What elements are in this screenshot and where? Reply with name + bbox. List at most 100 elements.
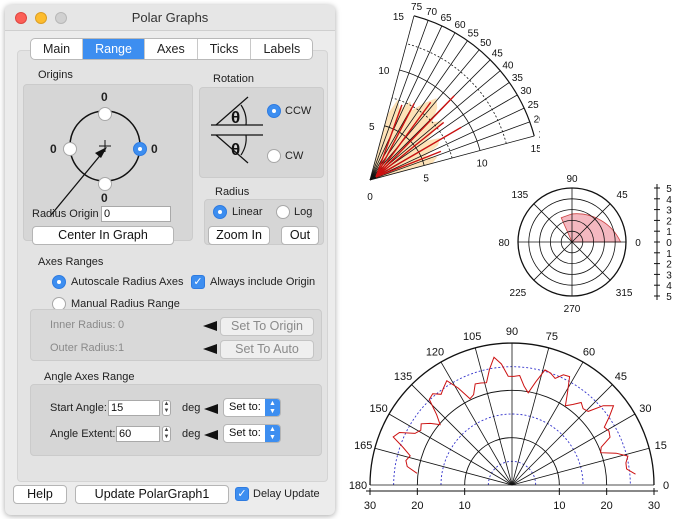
spoke [440, 361, 513, 486]
radius-tick-label: 30 [364, 500, 376, 512]
origin-right-radio[interactable] [133, 142, 147, 156]
set-to-origin-button[interactable]: Set To Origin [220, 317, 314, 336]
zoom-out-button[interactable]: Out [281, 226, 319, 245]
start-angle-field[interactable]: 15 [108, 400, 160, 416]
radius-tick-label: 4 [666, 281, 672, 292]
start-angle-stepper[interactable]: ▲ ▼ [162, 400, 171, 416]
spoke [374, 447, 513, 486]
angle-tick-label: 135 [394, 371, 412, 383]
angle-tick-label: 75 [546, 331, 558, 343]
angle-tick-label: 60 [583, 347, 595, 359]
theta-ccw-label: θ [231, 108, 240, 127]
origin-bottom-label: 0 [101, 191, 108, 205]
start-angle-deg: deg [182, 402, 201, 414]
angle-tick-label: 20 [534, 114, 540, 125]
radius-tick-label: 20 [411, 500, 423, 512]
always-include-origin-checkbox[interactable]: ✓ [191, 275, 205, 289]
linear-radio[interactable] [213, 205, 227, 219]
spoke [533, 241, 573, 281]
angle-tick-label: 80 [498, 238, 510, 249]
tab-range[interactable]: Range [83, 39, 145, 59]
spoke [511, 361, 584, 486]
origin-bottom-radio[interactable] [98, 177, 112, 191]
angle-tick-label: 45 [617, 190, 629, 201]
tab-main[interactable]: Main [31, 39, 84, 59]
chevron-updown-icon: ▲ ▼ [265, 399, 280, 416]
delay-update-checkbox[interactable]: ✓ [235, 487, 249, 501]
cw-radio[interactable] [267, 149, 281, 163]
theta-cw-label: θ [231, 140, 240, 159]
polar-graph-circle: 904503152702258013554321012345 [498, 174, 672, 315]
start-angle-set-to-popup[interactable]: Set to: ▲ ▼ [223, 398, 281, 417]
radius-tick-label: 20 [601, 500, 613, 512]
center-in-graph-button[interactable]: Center In Graph [32, 226, 174, 245]
angle-extent-set-to-popup[interactable]: Set to: ▲ ▼ [223, 424, 281, 443]
tab-axes[interactable]: Axes [145, 39, 198, 59]
angle-tick-label: 105 [463, 331, 481, 343]
radius-tick-label: 10 [476, 159, 488, 170]
angle-tick-label: 40 [502, 60, 514, 71]
set-to-label: Set to: [229, 401, 261, 413]
log-radio[interactable] [276, 205, 290, 219]
radius-tick-label: 15 [531, 144, 540, 155]
set-to-auto-button[interactable]: Set To Auto [220, 340, 314, 359]
radius-tick-label: 1 [666, 227, 672, 238]
radius-tick-label: 10 [378, 66, 390, 77]
angle-tick-label: 50 [480, 38, 492, 49]
outer-radius-value: 1 [118, 342, 125, 354]
radius-tick-label: 10 [553, 500, 565, 512]
angle-tick-label: 165 [354, 440, 372, 452]
autoscale-radio[interactable] [52, 275, 66, 289]
chevron-updown-icon: ▲ ▼ [265, 425, 280, 442]
angle-tick-label: 75 [411, 2, 423, 13]
data-region [560, 213, 622, 243]
radius-tick-label: 10 [459, 500, 471, 512]
radius-tick-label: 5 [369, 122, 375, 133]
always-include-origin-label: Always include Origin [210, 276, 316, 288]
origins-title: Origins [38, 69, 73, 81]
radius-tick-label: 4 [666, 195, 672, 206]
radius-tick-label: 0 [666, 238, 672, 249]
angle-extent-stepper[interactable]: ▲ ▼ [162, 426, 171, 442]
range-panel: Origins 0 0 0 0 Radius Origin 0 Center I… [17, 50, 328, 482]
set-to-label: Set to: [229, 427, 261, 439]
spoke [388, 413, 513, 486]
radius-tick-label: 2 [666, 260, 672, 271]
spoke [571, 241, 611, 281]
help-button[interactable]: Help [13, 485, 67, 504]
angle-extent-deg: deg [182, 428, 201, 440]
angle-tick-label: 45 [492, 49, 504, 60]
angle-tick-label: 30 [520, 86, 532, 97]
autoscale-label: Autoscale Radius Axes [71, 276, 184, 288]
angle-tick-label: 60 [454, 20, 466, 31]
angle-tick-label: 90 [506, 326, 518, 338]
spoke [511, 413, 636, 486]
origin-left-label: 0 [50, 142, 57, 156]
delay-update-label: Delay Update [253, 488, 320, 500]
tab-labels[interactable]: Labels [251, 39, 312, 59]
ccw-label: CCW [285, 105, 312, 117]
radius-tick-label: 5 [423, 173, 429, 184]
spoke [511, 384, 613, 486]
ccw-radio[interactable] [267, 104, 281, 118]
angle-tick-label: 70 [426, 7, 438, 18]
tab-ticks[interactable]: Ticks [198, 39, 252, 59]
angle-tick-label: 25 [528, 100, 540, 111]
pointer-left-icon [203, 321, 217, 331]
origin-left-radio[interactable] [63, 142, 77, 156]
origin-top-radio[interactable] [98, 107, 112, 121]
spoke [411, 384, 513, 486]
update-polargraph-button[interactable]: Update PolarGraph1 [75, 485, 229, 504]
zoom-in-button[interactable]: Zoom In [208, 226, 270, 245]
title-bar: Polar Graphs [5, 5, 335, 31]
log-label: Log [294, 206, 313, 218]
spoke [474, 347, 513, 486]
window-title: Polar Graphs [131, 10, 209, 25]
angle-tick-label: 315 [616, 288, 633, 299]
angle-tick-label: 15 [655, 440, 667, 452]
origin-right-label: 0 [151, 142, 158, 156]
angle-tick-label: 225 [510, 288, 527, 299]
angle-extent-field[interactable]: 60 [116, 426, 160, 442]
radius-origin-field[interactable]: 0 [101, 206, 171, 222]
radius-title: Radius [215, 186, 250, 198]
